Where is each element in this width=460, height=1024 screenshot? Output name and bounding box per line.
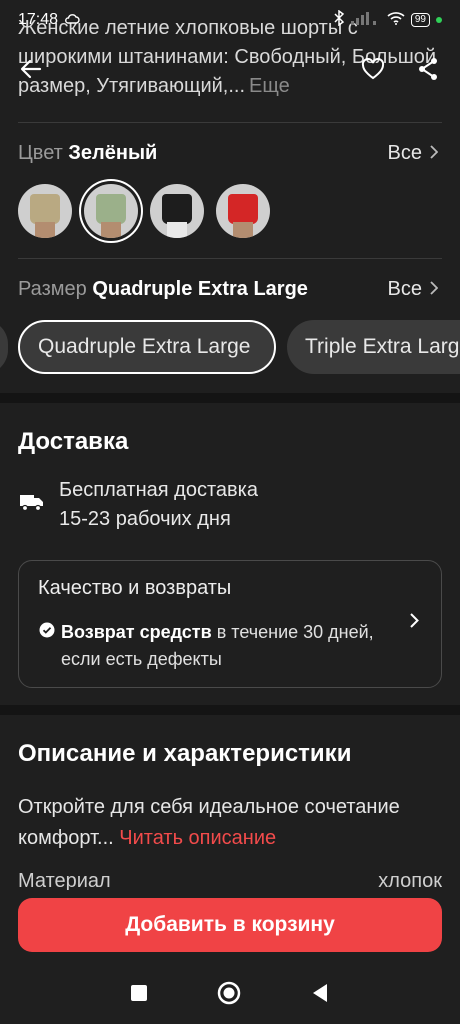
color-swatch-red[interactable] — [216, 184, 270, 238]
size-chip-partial[interactable] — [0, 320, 8, 374]
chevron-right-icon — [430, 142, 439, 165]
arrow-left-icon — [20, 58, 42, 85]
material-row: Материал хлопок — [18, 870, 442, 890]
description-text: Откройте для себя идеальное сочетание ко… — [18, 792, 442, 854]
size-all-label: Все — [387, 278, 422, 300]
recent-apps-button[interactable] — [131, 984, 147, 1006]
size-label: Размер — [18, 278, 87, 300]
wifi-icon — [387, 11, 405, 30]
delivery-free: Бесплатная доставка — [59, 479, 258, 501]
system-nav-bar — [0, 966, 460, 1024]
refund-text: Возврат средств в течение 30 дней, если … — [61, 619, 401, 673]
color-all-button[interactable]: Все — [387, 142, 439, 165]
share-button[interactable] — [413, 56, 443, 86]
status-bar: 17:48 99 — [0, 0, 460, 40]
back-nav-button[interactable] — [311, 983, 329, 1008]
favorite-button[interactable] — [358, 56, 388, 86]
material-label: Материал — [18, 870, 111, 890]
color-row-label: Цвет Зелёный — [18, 142, 157, 165]
color-all-label: Все — [387, 142, 422, 164]
heart-icon — [361, 57, 385, 85]
color-swatch-black[interactable] — [150, 184, 204, 238]
cloud-icon — [64, 11, 80, 29]
size-chip-selected[interactable]: Quadruple Extra Large — [18, 320, 276, 374]
size-row-label: Размер Quadruple Extra Large — [18, 278, 308, 301]
battery-icon: 99 — [410, 13, 430, 27]
add-to-cart-button[interactable]: Добавить в корзину — [18, 898, 442, 952]
material-value: хлопок — [378, 870, 442, 890]
color-value: Зелёный — [68, 142, 158, 164]
color-label: Цвет — [18, 142, 63, 164]
section-separator — [0, 393, 460, 403]
title-more-link[interactable]: Еще — [249, 75, 290, 97]
section-separator — [0, 705, 460, 715]
privacy-indicator-dot — [436, 17, 442, 23]
chevron-right-icon — [430, 278, 439, 301]
size-value: Quadruple Extra Large — [92, 278, 308, 300]
home-button[interactable] — [217, 981, 241, 1010]
truck-icon — [20, 492, 44, 517]
status-time: 17:48 — [18, 11, 59, 28]
check-circle-icon — [39, 622, 55, 643]
color-swatch-green[interactable] — [84, 184, 138, 238]
divider — [18, 258, 442, 259]
refund-bold: Возврат средств — [61, 622, 212, 642]
bluetooth-icon — [333, 9, 345, 31]
chevron-right-icon — [410, 613, 419, 633]
delivery-title: Доставка — [18, 428, 129, 455]
signal-icon — [350, 11, 381, 30]
divider — [18, 122, 442, 123]
color-swatch-khaki[interactable] — [18, 184, 72, 238]
size-chip[interactable]: Triple Extra Large — [287, 320, 460, 374]
description-title: Описание и характеристики — [18, 740, 352, 767]
back-button[interactable] — [16, 56, 46, 86]
size-all-button[interactable]: Все — [387, 278, 439, 301]
quality-returns-card[interactable]: Качество и возвраты Возврат средств в те… — [18, 560, 442, 688]
size-chips: Quadruple Extra Large Triple Extra Large — [0, 320, 460, 376]
delivery-days: 15-23 рабочих дня — [59, 508, 231, 530]
color-swatches — [18, 184, 270, 238]
read-description-link[interactable]: Читать описание — [119, 827, 276, 849]
quality-title: Качество и возвраты — [38, 577, 232, 599]
delivery-info: Бесплатная доставка 15-23 рабочих дня — [59, 476, 258, 534]
share-icon — [417, 57, 439, 86]
